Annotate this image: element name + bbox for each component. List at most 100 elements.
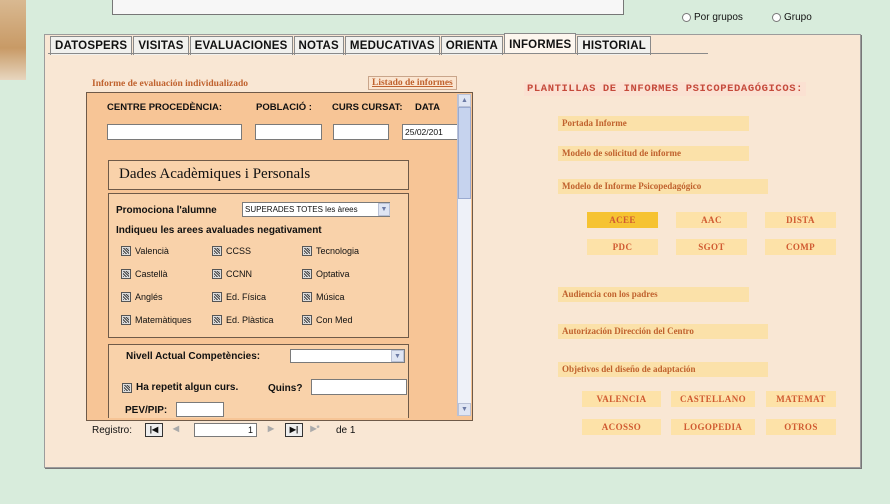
button-acosso[interactable]: ACOSSO (582, 419, 661, 435)
tab-divider (48, 53, 708, 54)
quins-input[interactable] (311, 379, 407, 395)
scroll-up-icon[interactable]: ▲ (458, 94, 471, 107)
checkbox-valencia[interactable]: Valencià (121, 246, 169, 256)
link-modelo-solicitud[interactable]: Modelo de solicitud de informe (558, 146, 749, 161)
checkbox-ccnn[interactable]: CCNN (212, 269, 252, 279)
button-otros[interactable]: OTROS (766, 419, 836, 435)
form-scrollbar[interactable]: ▲ ▼ (457, 94, 471, 416)
next-record-button[interactable]: ▶ (262, 423, 280, 437)
checkbox-icon (121, 246, 131, 256)
link-autorizacion[interactable]: Autorización Dirección del Centro (558, 324, 768, 339)
areas-label: Indiqueu les arees avaluades negativamen… (116, 225, 322, 236)
tab-informes[interactable]: INFORMES (504, 33, 577, 54)
link-modelo-informe[interactable]: Modelo de Informe Psicopedagógico (558, 179, 768, 194)
checkbox-label: CCSS (226, 246, 252, 256)
button-comp[interactable]: COMP (765, 239, 836, 255)
section-header: Dades Acadèmiques i Personals (108, 160, 409, 190)
checkbox-matematiques[interactable]: Matemàtiques (121, 315, 192, 325)
checkbox-label: Matemàtiques (135, 315, 192, 325)
checkbox-tecnologia[interactable]: Tecnologia (302, 246, 359, 256)
centre-input[interactable] (107, 124, 242, 140)
checkbox-icon (121, 315, 131, 325)
new-record-button[interactable]: ▶* (306, 423, 324, 437)
promociona-label: Promociona l'alumne (116, 205, 217, 216)
checkbox-ccss[interactable]: CCSS (212, 246, 251, 256)
checkbox-icon (121, 269, 131, 279)
checkbox-icon (212, 246, 222, 256)
curs-input[interactable] (333, 124, 389, 140)
button-dista[interactable]: DISTA (765, 212, 836, 228)
checkbox-icon (212, 315, 222, 325)
link-audiencia-padres[interactable]: Audiencia con los padres (558, 287, 749, 302)
listado-informes-button[interactable]: Listado de informes (368, 76, 457, 90)
plantillas-heading: PLANTILLAS DE INFORMES PSICOPEDAGÓGICOS: (524, 82, 807, 96)
checkbox-label: Anglés (135, 292, 163, 302)
button-sgot[interactable]: SGOT (676, 239, 747, 255)
checkbox-icon (122, 382, 132, 393)
app-logo (0, 0, 26, 80)
first-record-button[interactable]: |◀ (145, 423, 163, 437)
checkbox-label: Ed. Plàstica (226, 315, 274, 325)
record-count: de 1 (336, 425, 356, 436)
record-number-input[interactable]: 1 (194, 423, 257, 437)
checkbox-label: Valencià (135, 246, 169, 256)
record-label: Registro: (92, 425, 133, 436)
checkbox-icon (212, 292, 222, 302)
col-centre-label: CENTRE PROCEDÈNCIA: (107, 102, 223, 113)
link-portada-informe[interactable]: Portada Informe (558, 116, 749, 131)
button-valencia[interactable]: VALENCIA (582, 391, 661, 407)
checkbox-label: Ed. Física (226, 292, 267, 302)
pev-label: PEV/PIP: (125, 405, 168, 416)
form-title: Informe de evaluación individualizado (92, 79, 248, 89)
radio-por-grupos[interactable]: Por grupos (682, 12, 743, 23)
checkbox-label: Optativa (316, 269, 350, 279)
col-curs-label: CURS CURSAT: (332, 102, 403, 113)
nivell-select[interactable] (290, 349, 405, 363)
section-title: Dades Acadèmiques i Personals (119, 166, 311, 182)
radio-grupo[interactable]: Grupo (772, 12, 812, 23)
checkbox-angles[interactable]: Anglés (121, 292, 163, 302)
last-record-button[interactable]: ▶| (285, 423, 303, 437)
checkbox-musica[interactable]: Música (302, 292, 345, 302)
checkbox-icon (302, 246, 312, 256)
checkbox-optativa[interactable]: Optativa (302, 269, 350, 279)
chevron-down-icon[interactable]: ▼ (391, 350, 404, 362)
checkbox-label: Música (316, 292, 345, 302)
checkbox-label: Ha repetit algun curs. (136, 382, 239, 393)
nivell-label: Nivell Actual Competències: (126, 351, 261, 362)
checkbox-ed-plastica[interactable]: Ed. Plàstica (212, 315, 274, 325)
checkbox-castella[interactable]: Castellà (121, 269, 168, 279)
radio-icon (682, 13, 691, 22)
promociona-select[interactable]: SUPERADES TOTES les àrees (242, 202, 390, 217)
col-poblacio-label: POBLACIÓ : (256, 102, 312, 113)
checkbox-label: Con Med (316, 315, 353, 325)
checkbox-label: Tecnologia (316, 246, 360, 256)
top-field[interactable] (112, 0, 624, 15)
button-castellano[interactable]: CASTELLANO (671, 391, 755, 407)
promociona-value: SUPERADES TOTES les àrees (245, 205, 358, 214)
data-input[interactable]: 25/02/201 (402, 124, 458, 140)
radio-icon (772, 13, 781, 22)
radio-label: Por grupos (694, 12, 743, 23)
checkbox-icon (302, 269, 312, 279)
checkbox-label: CCNN (226, 269, 252, 279)
checkbox-icon (302, 292, 312, 302)
checkbox-con-med[interactable]: Con Med (302, 315, 353, 325)
button-aac[interactable]: AAC (676, 212, 747, 228)
checkbox-icon (212, 269, 222, 279)
col-data-label: DATA (415, 102, 440, 113)
button-matemat[interactable]: MATEMAT (766, 391, 836, 407)
chevron-down-icon[interactable]: ▼ (378, 203, 390, 216)
objetivos-label: Objetivos del diseño de adaptación (558, 362, 768, 377)
scroll-thumb[interactable] (458, 107, 471, 199)
button-acee[interactable]: ACEE (587, 212, 658, 228)
pev-input[interactable] (176, 402, 224, 417)
scroll-down-icon[interactable]: ▼ (458, 403, 471, 416)
checkbox-icon (121, 292, 131, 302)
button-pdc[interactable]: PDC (587, 239, 658, 255)
checkbox-ed-fisica[interactable]: Ed. Física (212, 292, 266, 302)
poblacio-input[interactable] (255, 124, 322, 140)
prev-record-button[interactable]: ◀ (167, 423, 185, 437)
button-logopedia[interactable]: LOGOPEDIA (671, 419, 755, 435)
checkbox-ha-repetit[interactable]: Ha repetit algun curs. (122, 382, 238, 393)
